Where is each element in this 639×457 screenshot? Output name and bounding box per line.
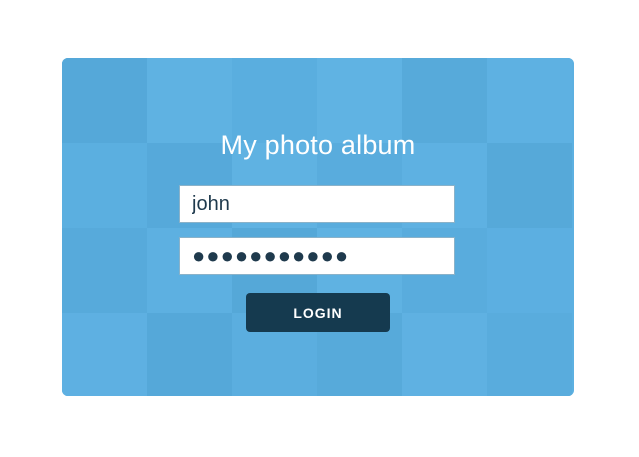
password-input[interactable] [179,237,455,275]
page-title: My photo album [220,130,416,160]
login-button[interactable]: LOGIN [246,293,390,332]
login-card: My photo album LOGIN [62,58,574,396]
username-input[interactable] [179,185,455,223]
background-tint-overlay [62,58,574,396]
